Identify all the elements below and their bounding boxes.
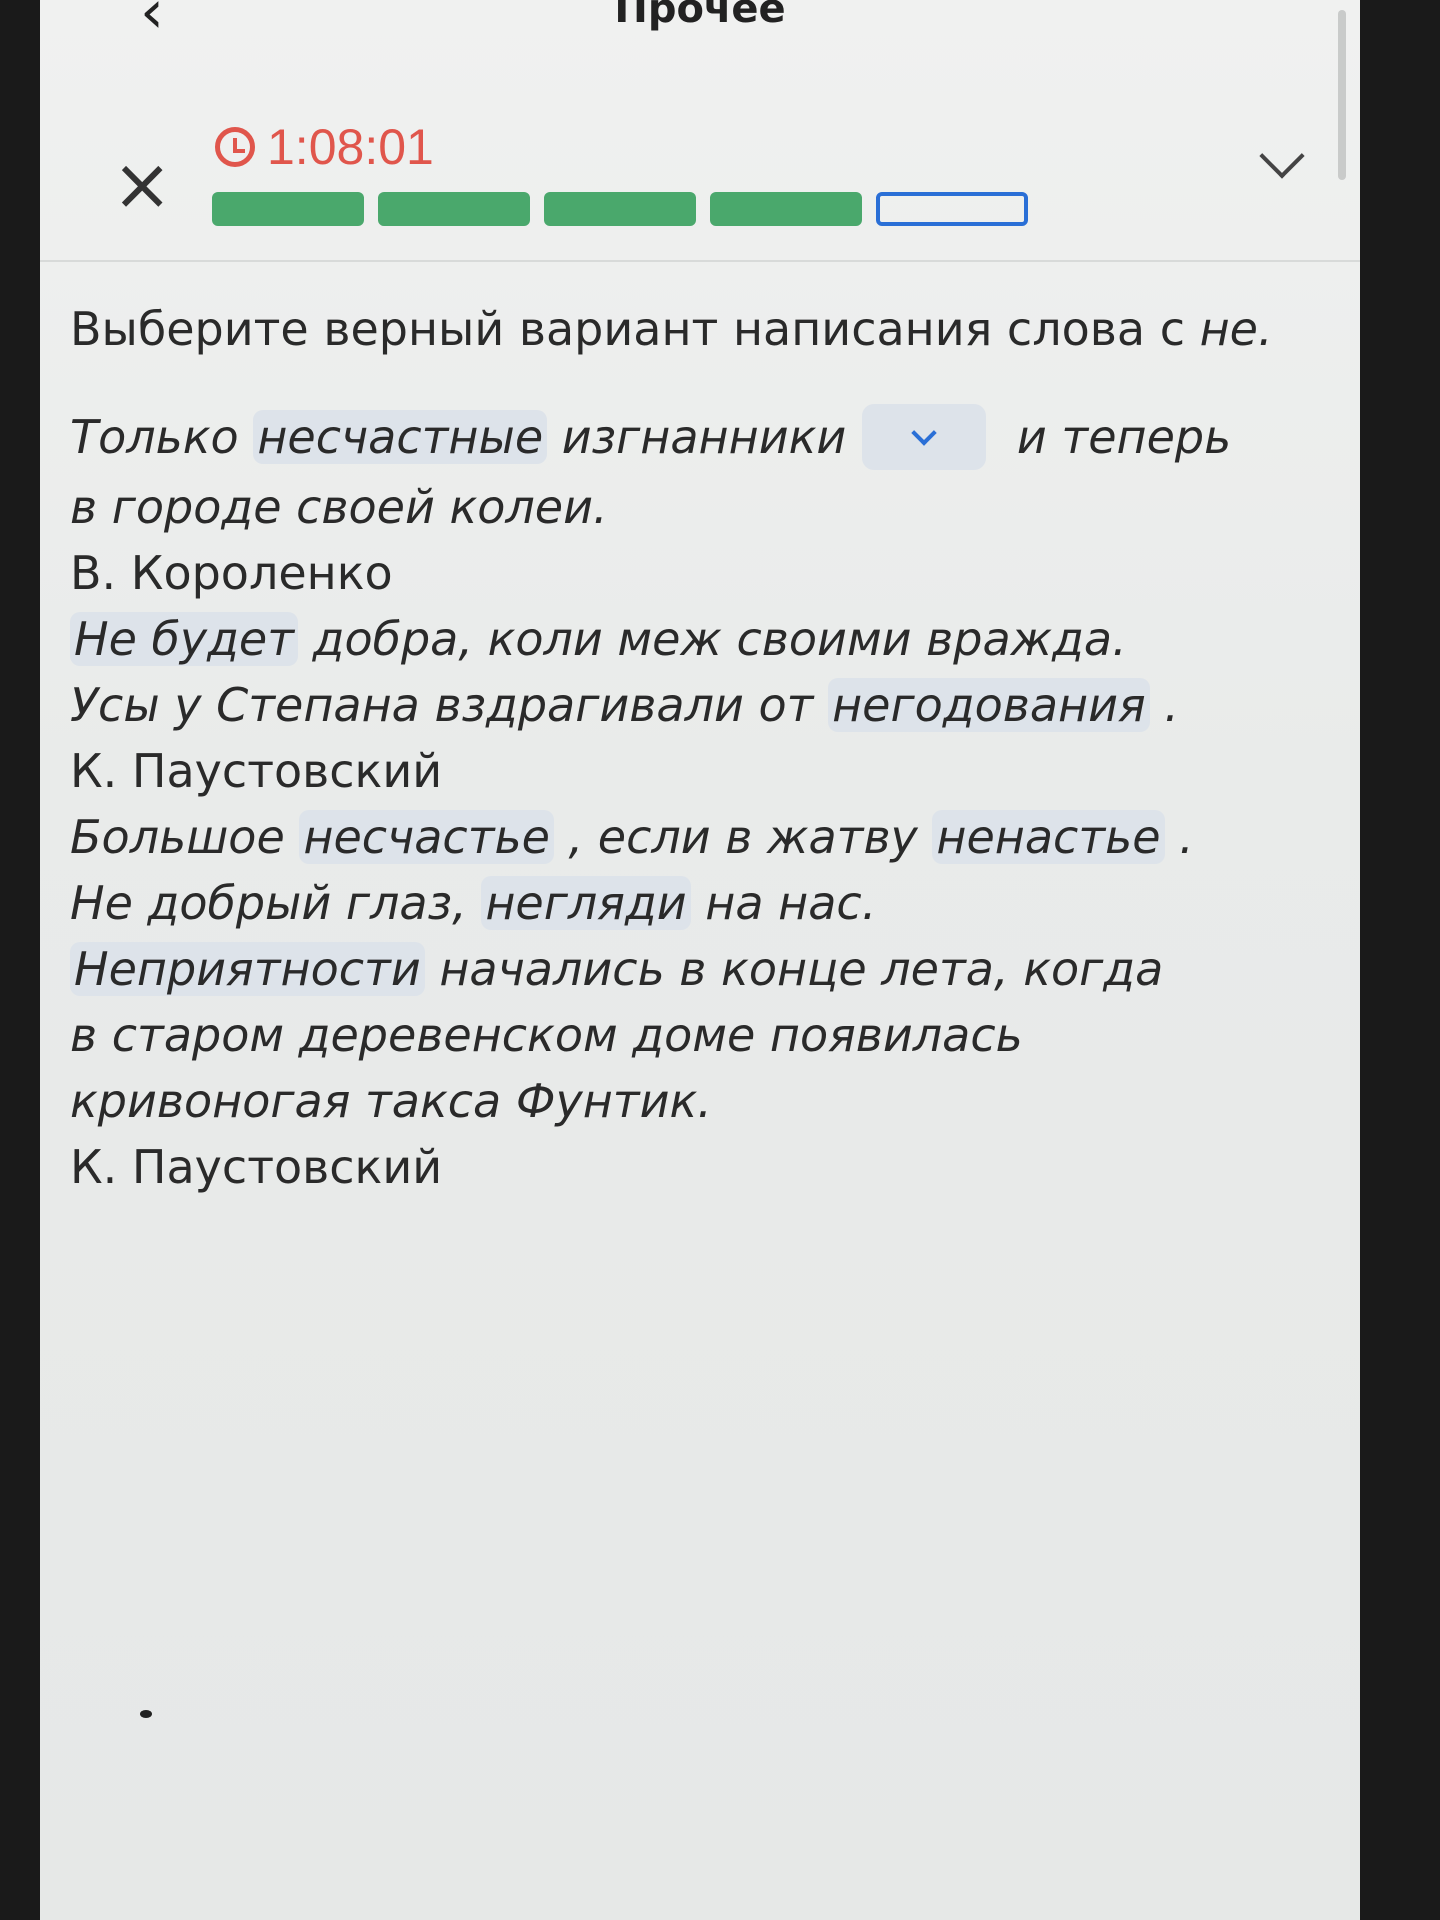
text-line-7: Большое несчастье , если в жатву ненасть… — [70, 804, 1310, 870]
text-fragment: . — [1149, 677, 1179, 732]
text-line-10: в старом деревенском доме появилась — [70, 1002, 1310, 1068]
text-fragment: . — [1164, 809, 1194, 864]
text-fragment: в городе своей колеи. — [70, 479, 608, 534]
text-fragment: на нас. — [690, 875, 877, 930]
text-fragment: Усы у Степана вздрагивали от — [70, 677, 829, 732]
text-line-1: Только несчастные изгнанники и теперь — [70, 403, 1310, 474]
instruction-tail: не. — [1199, 302, 1273, 356]
text-fragment: в старом деревенском доме появилась — [70, 1007, 1023, 1062]
text-line-4: Не будет добра, коли меж своими вражда. — [70, 606, 1310, 672]
cursor-dot — [140, 1710, 152, 1718]
chevron-down-icon[interactable] — [1259, 133, 1305, 179]
progress-segment-4[interactable] — [710, 192, 862, 226]
clock-icon — [215, 127, 255, 167]
timer-value: 1:08:01 — [267, 119, 434, 175]
highlighted-word[interactable]: несчастье — [299, 809, 554, 864]
highlighted-word[interactable]: Неприятности — [70, 941, 425, 996]
author-line: К. Паустовский — [70, 1134, 1310, 1200]
highlighted-word[interactable]: негляди — [481, 875, 691, 930]
text-line-2: в городе своей колеи. — [70, 474, 1310, 540]
text-line-11: кривоногая такса Фунтик. — [70, 1068, 1310, 1134]
author-line: В. Короленко — [70, 540, 1310, 606]
question-progress — [212, 192, 1028, 226]
text-fragment: кривоногая такса Фунтик. — [70, 1073, 712, 1128]
task-instruction: Выберите верный вариант написания слова … — [70, 300, 1290, 358]
text-line-8: Не добрый глаз, негляди на нас. — [70, 870, 1310, 936]
text-line-5: Усы у Степана вздрагивали от негодования… — [70, 672, 1310, 738]
timer: 1:08:01 — [215, 118, 434, 176]
chevron-down-icon — [911, 419, 938, 446]
highlighted-word[interactable]: Не будет — [70, 611, 299, 666]
top-bar: ‹ Прочее — [40, 0, 1360, 42]
progress-segment-2[interactable] — [378, 192, 530, 226]
app-screen: ‹ Прочее × 1:08:01 Выберите верный вариа… — [40, 0, 1360, 1920]
author-name: К. Паустовский — [70, 743, 443, 798]
text-fragment: Большое — [70, 809, 300, 864]
author-name: К. Паустовский — [70, 1139, 443, 1194]
highlighted-word[interactable]: ненастье — [932, 809, 1165, 864]
answer-dropdown[interactable] — [862, 403, 987, 470]
screen-title: Прочее — [614, 0, 786, 32]
progress-segment-5[interactable] — [876, 192, 1028, 226]
text-fragment: добра, коли меж своими вражда. — [298, 611, 1127, 666]
author-name: В. Короленко — [70, 545, 393, 600]
highlighted-word[interactable]: несчастные — [253, 410, 548, 464]
progress-segment-1[interactable] — [212, 192, 364, 226]
text-fragment: Только — [70, 410, 254, 464]
text-fragment: изгнанники — [547, 410, 847, 464]
test-header: × 1:08:01 — [40, 100, 1360, 262]
highlighted-word[interactable]: негодования — [828, 677, 1150, 732]
text-fragment: начались в конце лета, когда — [424, 941, 1164, 996]
author-line: К. Паустовский — [70, 738, 1310, 804]
text-fragment: , если в жатву — [553, 809, 933, 864]
instruction-text: Выберите верный вариант написания слова … — [70, 302, 1200, 356]
text-fragment: Не добрый глаз, — [70, 875, 482, 930]
question-content: Выберите верный вариант написания слова … — [70, 300, 1310, 1200]
text-fragment: и теперь — [1002, 410, 1232, 464]
close-icon[interactable]: × — [112, 148, 172, 220]
progress-segment-3[interactable] — [544, 192, 696, 226]
text-line-9: Неприятности начались в конце лета, когд… — [70, 936, 1310, 1002]
